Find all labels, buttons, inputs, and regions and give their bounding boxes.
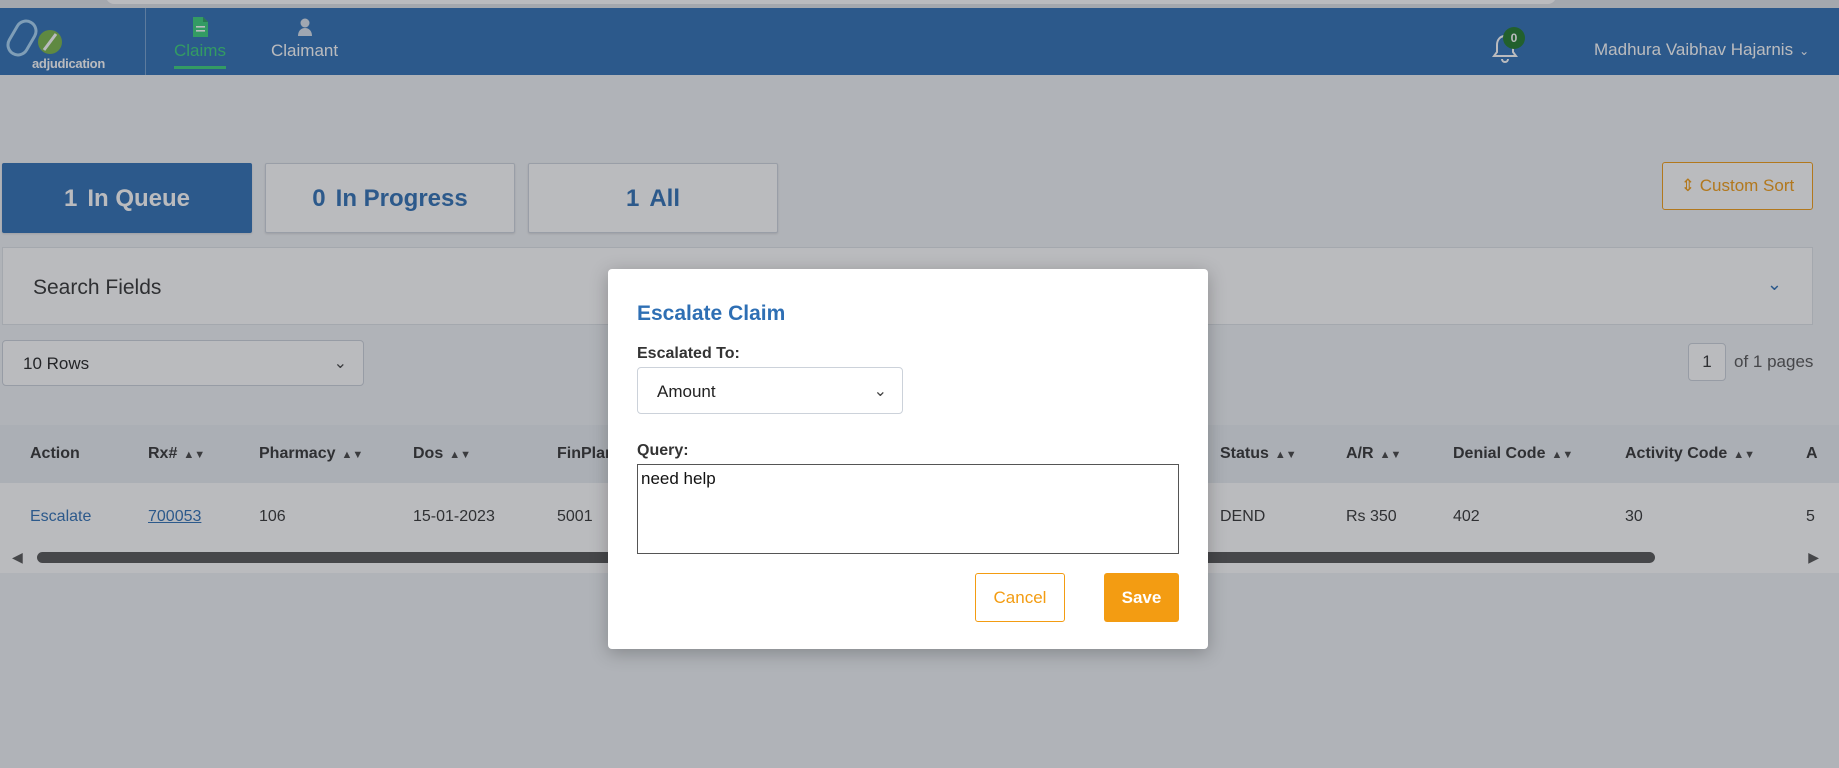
chevron-down-icon: ⌄ (873, 383, 887, 400)
escalated-to-label: Escalated To: (637, 345, 740, 362)
query-label: Query: (637, 442, 689, 459)
escalated-to-value: Amount (657, 382, 716, 401)
escalated-to-select[interactable]: Amount ⌄ (637, 367, 903, 414)
query-textarea[interactable]: need help (637, 464, 1179, 554)
escalate-claim-dialog: Escalate Claim Escalated To: Amount ⌄ Qu… (608, 269, 1208, 649)
dialog-title: Escalate Claim (637, 302, 786, 325)
cancel-button[interactable]: Cancel (975, 573, 1065, 622)
save-button[interactable]: Save (1104, 573, 1179, 622)
